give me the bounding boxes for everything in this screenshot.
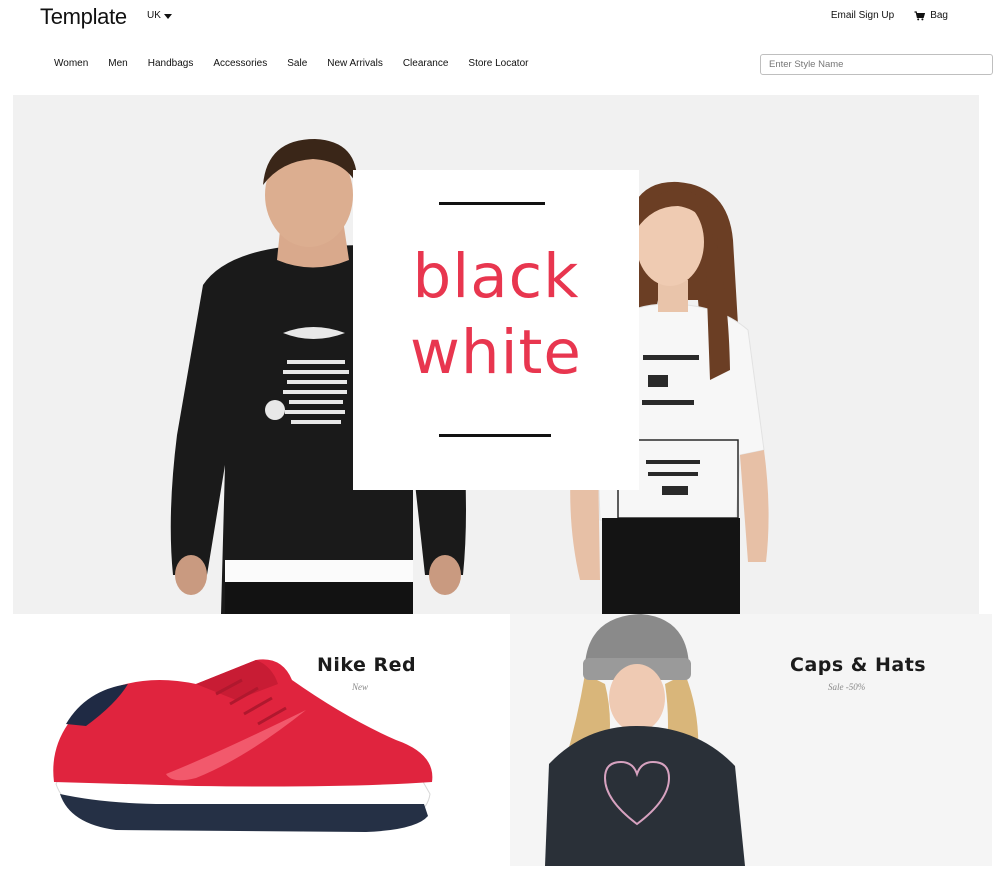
nav-item-new-arrivals[interactable]: New Arrivals <box>317 58 393 69</box>
main-nav: Women Men Handbags Accessories Sale New … <box>44 58 538 69</box>
card-top-rule <box>439 202 545 205</box>
beanie-model-image <box>545 614 745 866</box>
promo-tile-nike-red[interactable]: Nike Red New <box>13 614 509 866</box>
hero-title-card: black white <box>353 170 639 490</box>
promo-tile-caps-hats[interactable]: Caps & Hats Sale -50% <box>510 614 992 866</box>
card-bottom-rule <box>439 434 551 437</box>
nav-item-handbags[interactable]: Handbags <box>138 58 204 69</box>
bag-label: Bag <box>930 10 948 21</box>
nav-item-men[interactable]: Men <box>98 58 137 69</box>
hero-title-line-1: black <box>412 241 580 312</box>
region-selector[interactable]: UK <box>147 10 172 21</box>
brand-logo[interactable]: Template <box>40 4 127 30</box>
email-signup-link[interactable]: Email Sign Up <box>831 10 894 21</box>
nav-item-women[interactable]: Women <box>44 58 98 69</box>
hero-banner[interactable]: black white <box>13 95 979 614</box>
chevron-down-icon <box>163 14 172 19</box>
sneaker-image <box>53 659 433 832</box>
shopping-cart-icon <box>914 10 926 21</box>
top-links: Email Sign Up Bag <box>831 10 948 21</box>
promo-subtitle-nike-red: New <box>352 682 369 692</box>
nav-item-sale[interactable]: Sale <box>277 58 317 69</box>
nav-item-store-locator[interactable]: Store Locator <box>458 58 538 69</box>
region-label: UK <box>147 10 161 21</box>
promo-title-nike-red: Nike Red <box>317 654 417 676</box>
nav-item-clearance[interactable]: Clearance <box>393 58 459 69</box>
promo-title-caps-hats: Caps & Hats <box>790 654 927 676</box>
search-input[interactable] <box>760 54 993 75</box>
hero-title-line-2: white <box>410 317 582 388</box>
promo-subtitle-caps-hats: Sale -50% <box>828 682 866 692</box>
nav-item-accessories[interactable]: Accessories <box>203 58 277 69</box>
bag-link[interactable]: Bag <box>914 10 948 21</box>
